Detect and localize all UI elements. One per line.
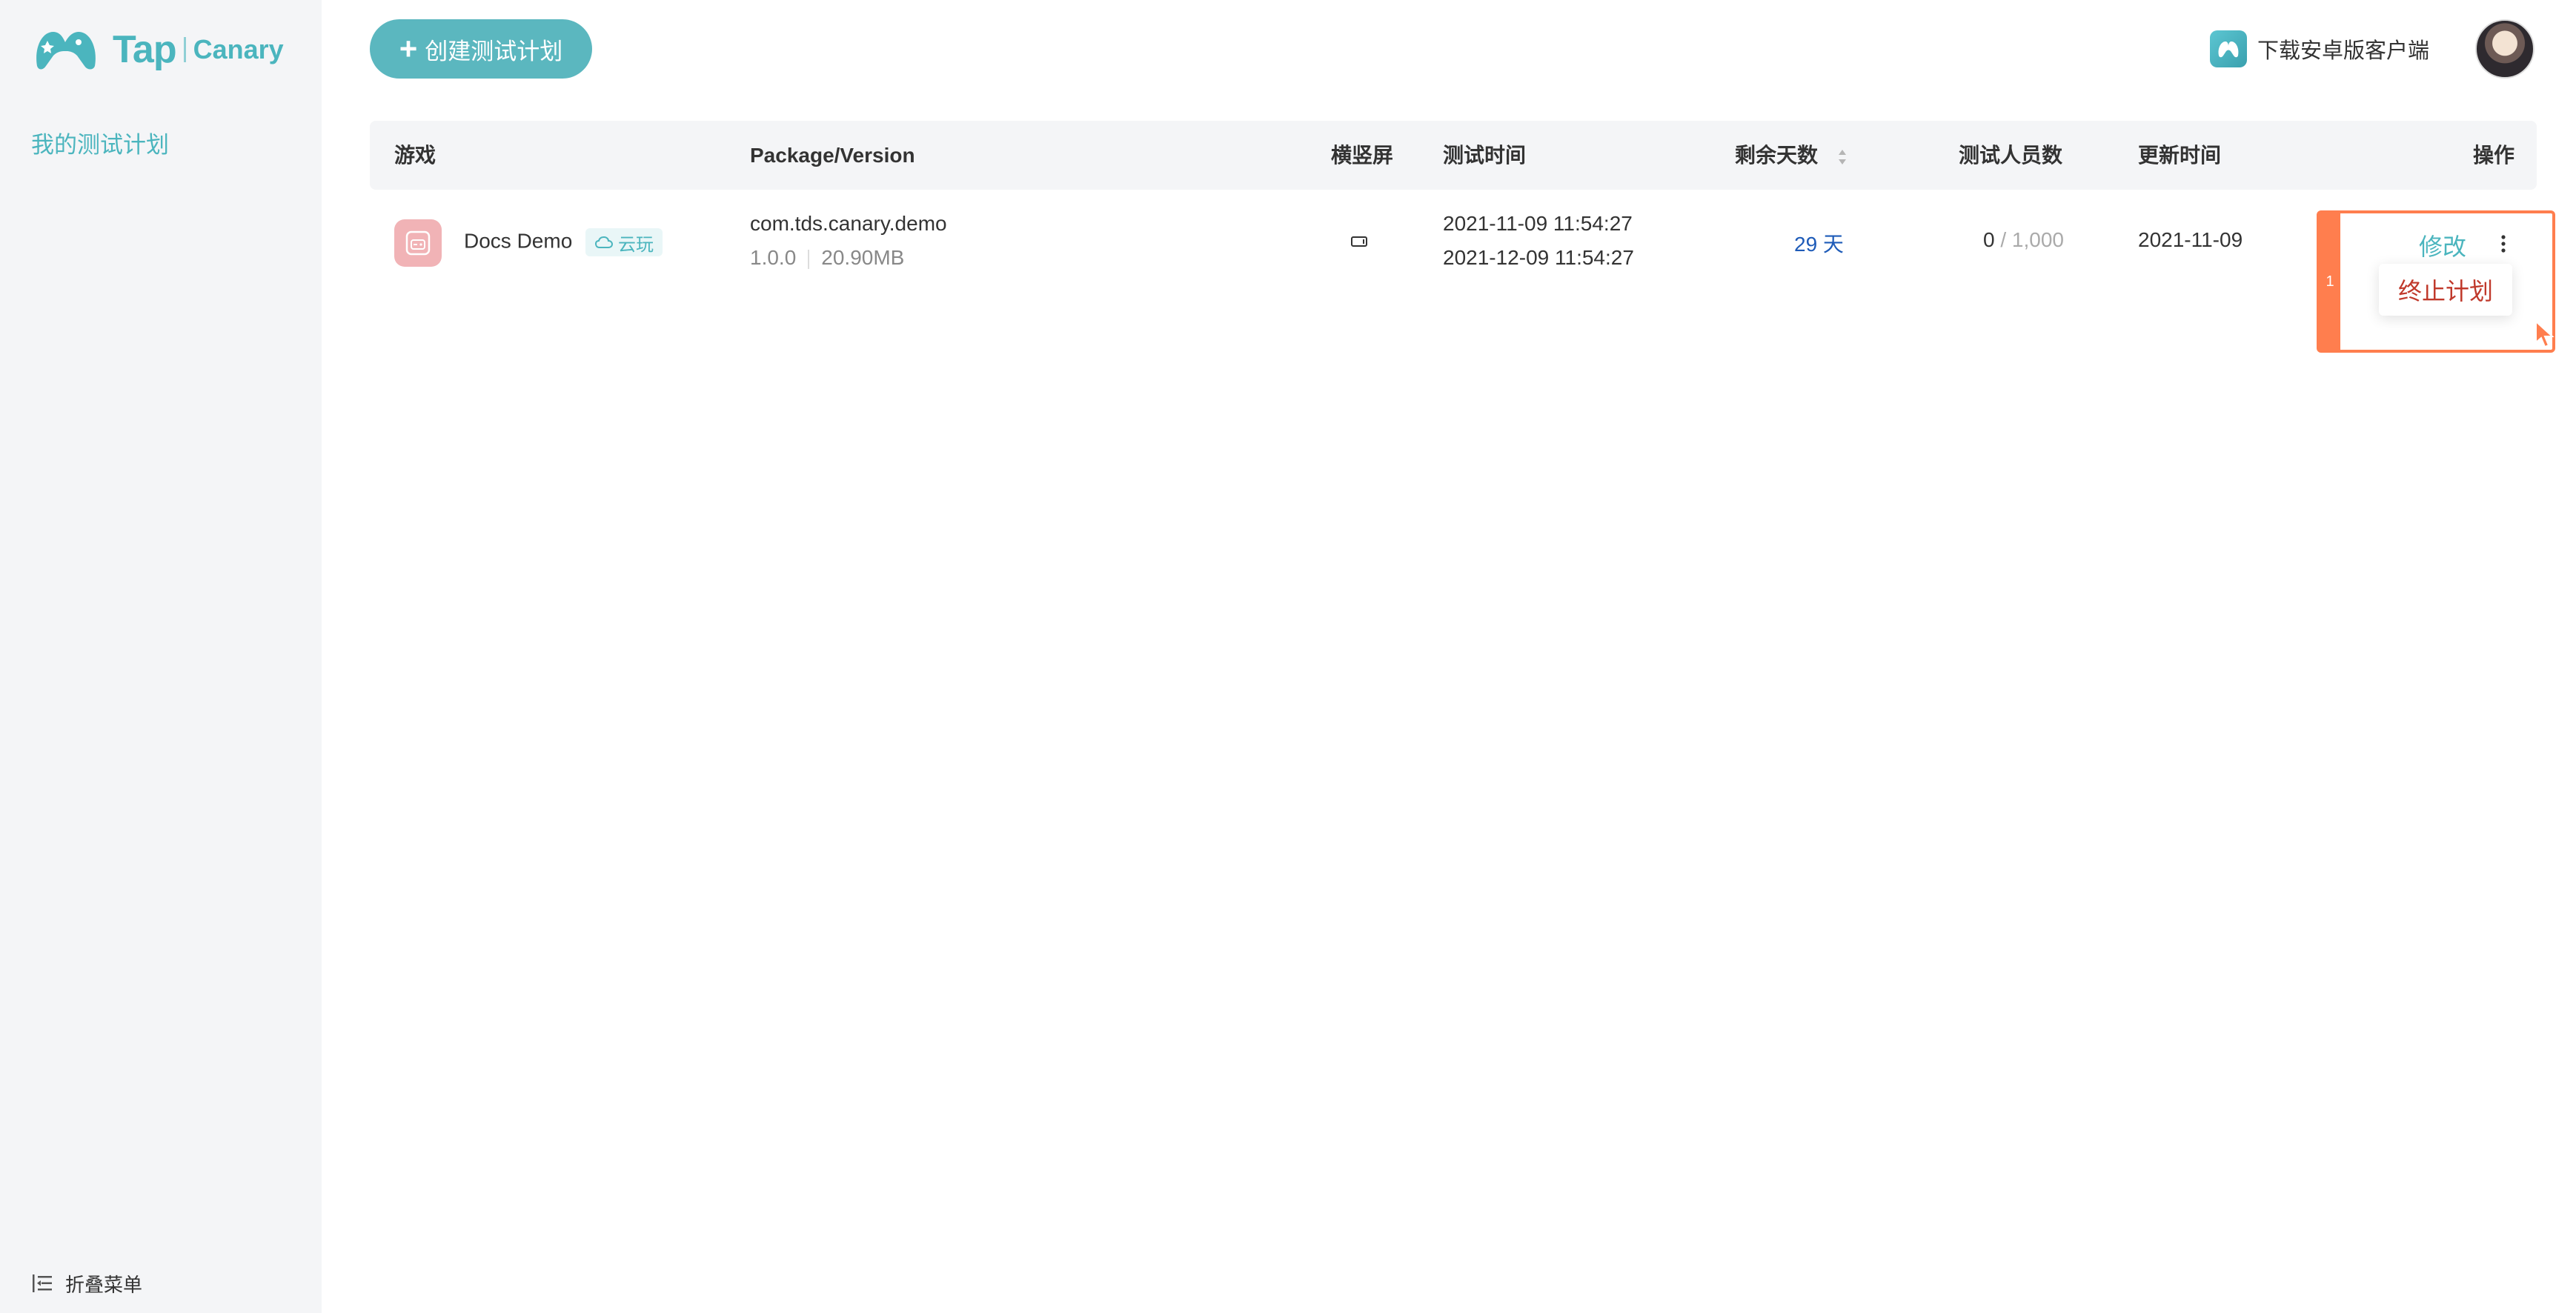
game-name[interactable]: Docs Demo bbox=[464, 229, 572, 252]
create-test-plan-label: 创建测试计划 bbox=[425, 38, 563, 64]
testers-cell: 0 / 1,000 bbox=[1972, 228, 2064, 252]
testers-max: / 1,000 bbox=[2000, 228, 2064, 251]
package-name: com.tds.canary.demo bbox=[750, 212, 947, 235]
end-time: 2021-12-09 11:54:27 bbox=[1443, 246, 1634, 269]
app-root: Tap Canary 我的测试计划 折叠菜单 + 创建测试计划 下载安卓版客户端… bbox=[0, 0, 2576, 1313]
column-header-test-time: 测试时间 bbox=[1443, 144, 1527, 167]
game-name-cell: Docs Demo 云玩 bbox=[464, 228, 663, 256]
plus-icon: + bbox=[399, 31, 418, 66]
cloud-icon bbox=[595, 236, 614, 248]
brand-name: Tap bbox=[113, 28, 177, 71]
column-header-game: 游戏 bbox=[394, 144, 436, 167]
remaining-days: 29 天 bbox=[1794, 233, 1844, 256]
testers-current: 0 bbox=[1983, 228, 1995, 251]
updated-date: 2021-11-09 bbox=[2138, 228, 2243, 251]
column-header-orientation: 横竖屏 bbox=[1331, 144, 1394, 167]
mouse-cursor-icon bbox=[2535, 320, 2555, 348]
landscape-icon bbox=[1351, 236, 1367, 247]
tap-logo-icon bbox=[36, 32, 96, 70]
column-header-remaining-days-sortable[interactable]: 剩余天数 bbox=[1735, 121, 1848, 190]
user-avatar[interactable] bbox=[2475, 19, 2534, 79]
brand-product: Canary bbox=[193, 34, 284, 64]
create-test-plan-button[interactable]: + 创建测试计划 bbox=[370, 19, 592, 79]
column-header-remaining-days: 剩余天数 bbox=[1735, 144, 1819, 167]
gamepad-app-icon bbox=[2210, 30, 2247, 67]
sort-icon[interactable] bbox=[1837, 147, 1848, 167]
table-header: 游戏 Package/Version 横竖屏 测试时间 剩余天数 测试人员数 更… bbox=[370, 121, 2537, 190]
download-android-client-link[interactable]: 下载安卓版客户端 bbox=[2210, 30, 2429, 68]
column-header-updated: 更新时间 bbox=[2138, 144, 2222, 167]
column-header-package-version: Package/Version bbox=[750, 144, 915, 167]
table-row: Docs Demo 云玩 com.tds.canary.demo 1.0.0 20… bbox=[370, 190, 2537, 293]
edit-button[interactable]: 修改 bbox=[2419, 228, 2466, 262]
collapse-menu-label: 折叠菜单 bbox=[65, 1273, 143, 1296]
logo[interactable]: Tap Canary bbox=[31, 24, 284, 76]
sidebar-item-my-test-plans[interactable]: 我的测试计划 bbox=[31, 126, 169, 159]
version-divider bbox=[808, 249, 810, 269]
cloud-play-label: 云玩 bbox=[618, 234, 654, 255]
logo-separator bbox=[183, 37, 186, 62]
game-icon bbox=[394, 219, 442, 267]
collapse-menu-button[interactable]: 折叠菜单 bbox=[31, 1269, 142, 1298]
cloud-play-tag: 云玩 bbox=[585, 228, 663, 256]
more-vertical-icon[interactable] bbox=[2497, 231, 2509, 256]
version: 1.0.0 bbox=[750, 246, 797, 269]
terminate-plan-menu-item[interactable]: 终止计划 bbox=[2398, 273, 2493, 307]
column-header-testers: 测试人员数 bbox=[1959, 144, 2063, 167]
sidebar: Tap Canary 我的测试计划 折叠菜单 bbox=[0, 0, 322, 1313]
column-header-actions: 操作 bbox=[2473, 144, 2515, 167]
download-android-client-label: 下载安卓版客户端 bbox=[2257, 39, 2430, 63]
package-size: 20.90MB bbox=[821, 246, 905, 269]
start-time: 2021-11-09 11:54:27 bbox=[1443, 212, 1633, 235]
annotation-step-badge: 1 bbox=[2320, 213, 2340, 350]
collapse-menu-icon bbox=[33, 1274, 52, 1292]
actions-dropdown-menu: 终止计划 bbox=[2379, 264, 2512, 316]
version-size-cell: 1.0.0 20.90MB bbox=[750, 246, 904, 270]
